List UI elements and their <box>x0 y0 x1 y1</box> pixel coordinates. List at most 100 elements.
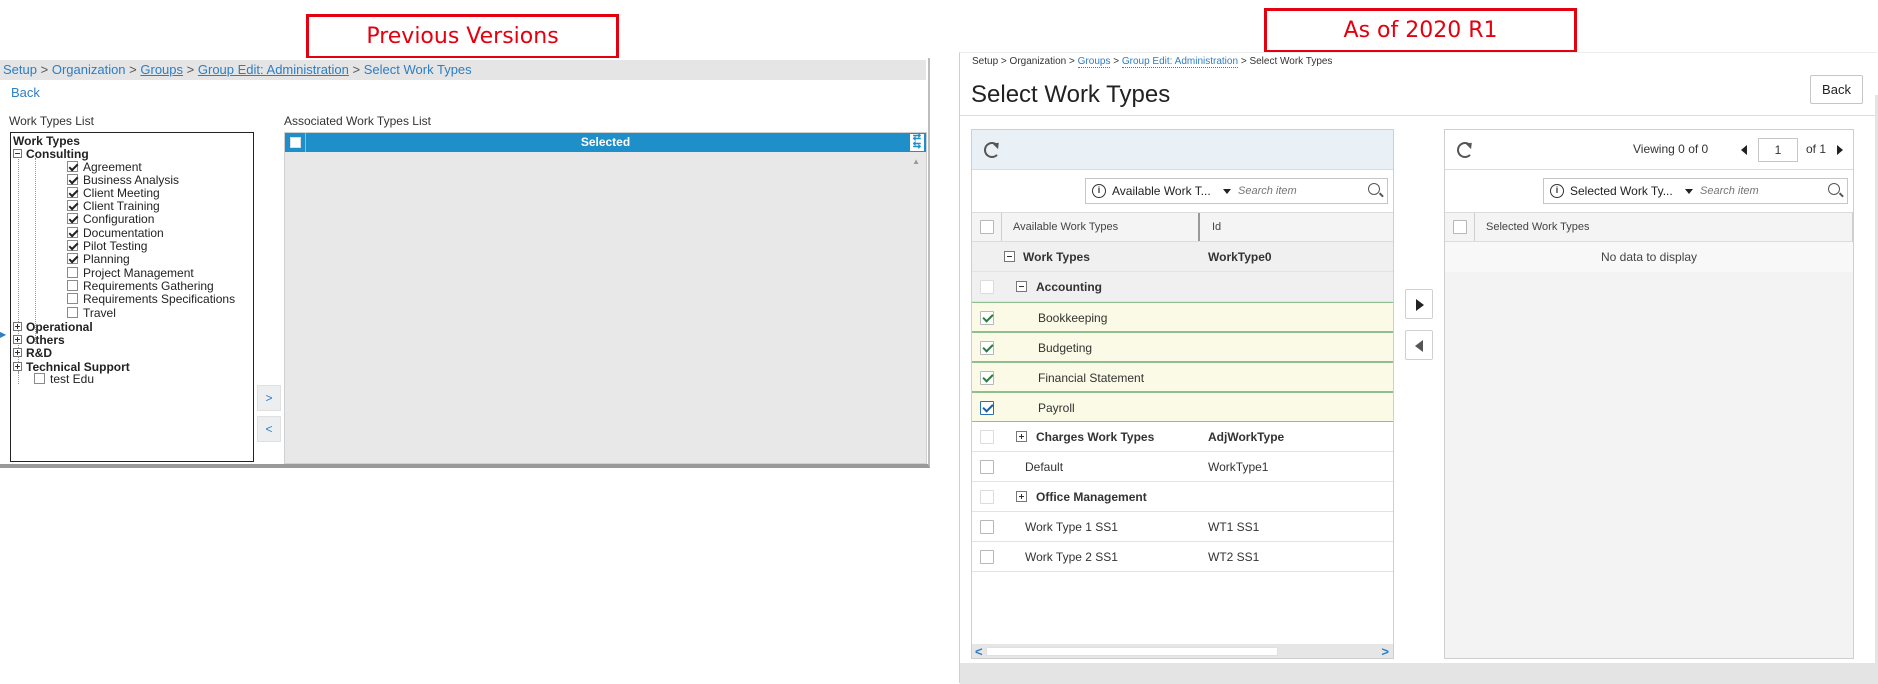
checkbox[interactable] <box>67 174 78 186</box>
table-row[interactable]: Work Type 1 SS1 WT1 SS1 <box>972 512 1393 542</box>
checkbox[interactable] <box>67 187 78 199</box>
expand-icon[interactable] <box>1016 431 1027 442</box>
row-name: Bookkeeping <box>1038 311 1108 325</box>
checkbox[interactable] <box>67 213 78 225</box>
column-header-id[interactable]: Id <box>1212 221 1221 233</box>
checkbox[interactable] <box>980 401 994 415</box>
search-input[interactable] <box>1236 181 1356 201</box>
breadcrumb-organization[interactable]: Organization <box>1010 56 1067 67</box>
search-input[interactable] <box>1698 181 1818 201</box>
select-all-checkbox[interactable] <box>290 137 301 148</box>
checkbox <box>980 490 994 504</box>
add-to-selected-button[interactable] <box>1405 289 1433 319</box>
page-number-input[interactable] <box>1758 138 1798 162</box>
back-link[interactable]: Back <box>11 85 40 100</box>
viewing-from: 0 <box>1678 142 1685 156</box>
column-resize-handle[interactable] <box>1198 213 1200 241</box>
tree-item-test-edu[interactable]: test Edu <box>34 371 94 387</box>
checkbox[interactable] <box>67 267 78 279</box>
checkbox[interactable] <box>67 240 78 252</box>
expand-icon[interactable] <box>13 322 22 332</box>
footer-strip <box>960 663 1878 684</box>
selected-search-box: i Selected Work Ty... <box>1543 178 1848 204</box>
column-divider <box>1001 213 1002 241</box>
checkbox[interactable] <box>34 373 45 385</box>
play-left-icon <box>1415 340 1423 352</box>
row-name: Work Type 1 SS1 <box>1025 520 1118 534</box>
checkbox[interactable] <box>980 520 994 534</box>
column-header-name[interactable]: Selected Work Types <box>1486 221 1590 233</box>
move-right-button[interactable]: > <box>257 385 281 411</box>
previous-page-icon[interactable] <box>1741 145 1747 155</box>
breadcrumb-group-edit[interactable]: Group Edit: Administration <box>1121 56 1239 68</box>
checkbox[interactable] <box>67 200 78 212</box>
table-row[interactable]: Payroll <box>972 392 1393 422</box>
row-name: Charges Work Types <box>1036 430 1155 444</box>
breadcrumb-current: Select Work Types <box>363 62 472 77</box>
work-types-tree: Work Types Consulting Agreement Business… <box>10 132 254 462</box>
breadcrumb-groups[interactable]: Groups <box>140 62 183 77</box>
scroll-right-icon[interactable]: > <box>1381 645 1389 658</box>
panel-toolbar <box>972 130 1393 170</box>
table-row[interactable]: Bookkeeping <box>972 302 1393 332</box>
breadcrumb-setup[interactable]: Setup <box>972 56 998 67</box>
table-row[interactable]: Accounting <box>972 272 1393 302</box>
available-work-types-panel: i Available Work T... Available Work Typ… <box>971 129 1394 659</box>
breadcrumb-groups[interactable]: Groups <box>1077 56 1111 68</box>
table-row[interactable]: Charges Work Types AdjWorkType <box>972 422 1393 452</box>
breadcrumb-current: Select Work Types <box>1249 56 1333 67</box>
select-all-checkbox[interactable] <box>1453 220 1467 234</box>
tree-node-label: R&D <box>26 346 52 360</box>
search-icon[interactable] <box>1828 183 1840 195</box>
back-button[interactable]: Back <box>1810 75 1863 104</box>
search-icon[interactable] <box>1368 183 1380 195</box>
swap-arrows-icon[interactable]: ⇄ ⇆ <box>910 133 924 151</box>
checkbox[interactable] <box>980 341 994 355</box>
next-page-icon[interactable] <box>1837 145 1843 155</box>
table-row[interactable]: Work Types WorkType0 <box>972 242 1393 272</box>
expand-icon[interactable] <box>13 362 22 372</box>
select-all-checkbox[interactable] <box>980 220 994 234</box>
breadcrumb-group-edit[interactable]: Group Edit: Administration <box>198 62 349 77</box>
refresh-icon[interactable] <box>984 142 1000 158</box>
scrollbar-thumb[interactable] <box>986 647 1278 656</box>
checkbox[interactable] <box>980 460 994 474</box>
checkbox[interactable] <box>980 371 994 385</box>
expand-icon[interactable] <box>13 348 22 358</box>
scroll-left-icon[interactable]: < <box>975 645 983 658</box>
collapse-icon[interactable] <box>13 149 22 159</box>
checkbox[interactable] <box>67 307 78 319</box>
table-row[interactable]: Work Type 2 SS1 WT2 SS1 <box>972 542 1393 572</box>
checkbox[interactable] <box>67 280 78 292</box>
checkbox[interactable] <box>67 227 78 239</box>
table-row[interactable]: Office Management <box>972 482 1393 512</box>
move-left-button[interactable]: < <box>257 416 281 442</box>
checkbox[interactable] <box>980 550 994 564</box>
row-name: Work Types <box>1023 250 1090 264</box>
previous-versions-callout: Previous Versions <box>306 14 619 59</box>
remove-from-selected-button[interactable] <box>1405 330 1433 360</box>
info-icon[interactable]: i <box>1092 184 1106 198</box>
table-row[interactable]: Budgeting <box>972 332 1393 362</box>
table-row[interactable]: Financial Statement <box>972 362 1393 392</box>
column-header-name[interactable]: Available Work Types <box>1013 221 1118 233</box>
info-icon[interactable]: i <box>1550 184 1564 198</box>
collapse-icon[interactable] <box>1016 281 1027 292</box>
checkbox[interactable] <box>67 161 78 173</box>
chevron-down-icon[interactable] <box>1685 189 1693 194</box>
refresh-icon[interactable] <box>1457 142 1473 158</box>
breadcrumb-setup[interactable]: Setup <box>3 62 37 77</box>
horizontal-scrollbar[interactable]: < > <box>972 644 1393 658</box>
breadcrumb-separator: > <box>186 62 195 77</box>
scroll-up-icon[interactable]: ▲ <box>912 157 920 166</box>
breadcrumb-organization[interactable]: Organization <box>52 62 126 77</box>
checkbox[interactable] <box>980 311 994 325</box>
expand-icon[interactable] <box>13 335 22 345</box>
chevron-down-icon[interactable] <box>1223 189 1231 194</box>
checkbox[interactable] <box>67 253 78 265</box>
row-id: AdjWorkType <box>1208 430 1285 444</box>
table-row[interactable]: Default WorkType1 <box>972 452 1393 482</box>
checkbox[interactable] <box>67 293 78 305</box>
expand-icon[interactable] <box>1016 491 1027 502</box>
collapse-icon[interactable] <box>1004 251 1015 262</box>
